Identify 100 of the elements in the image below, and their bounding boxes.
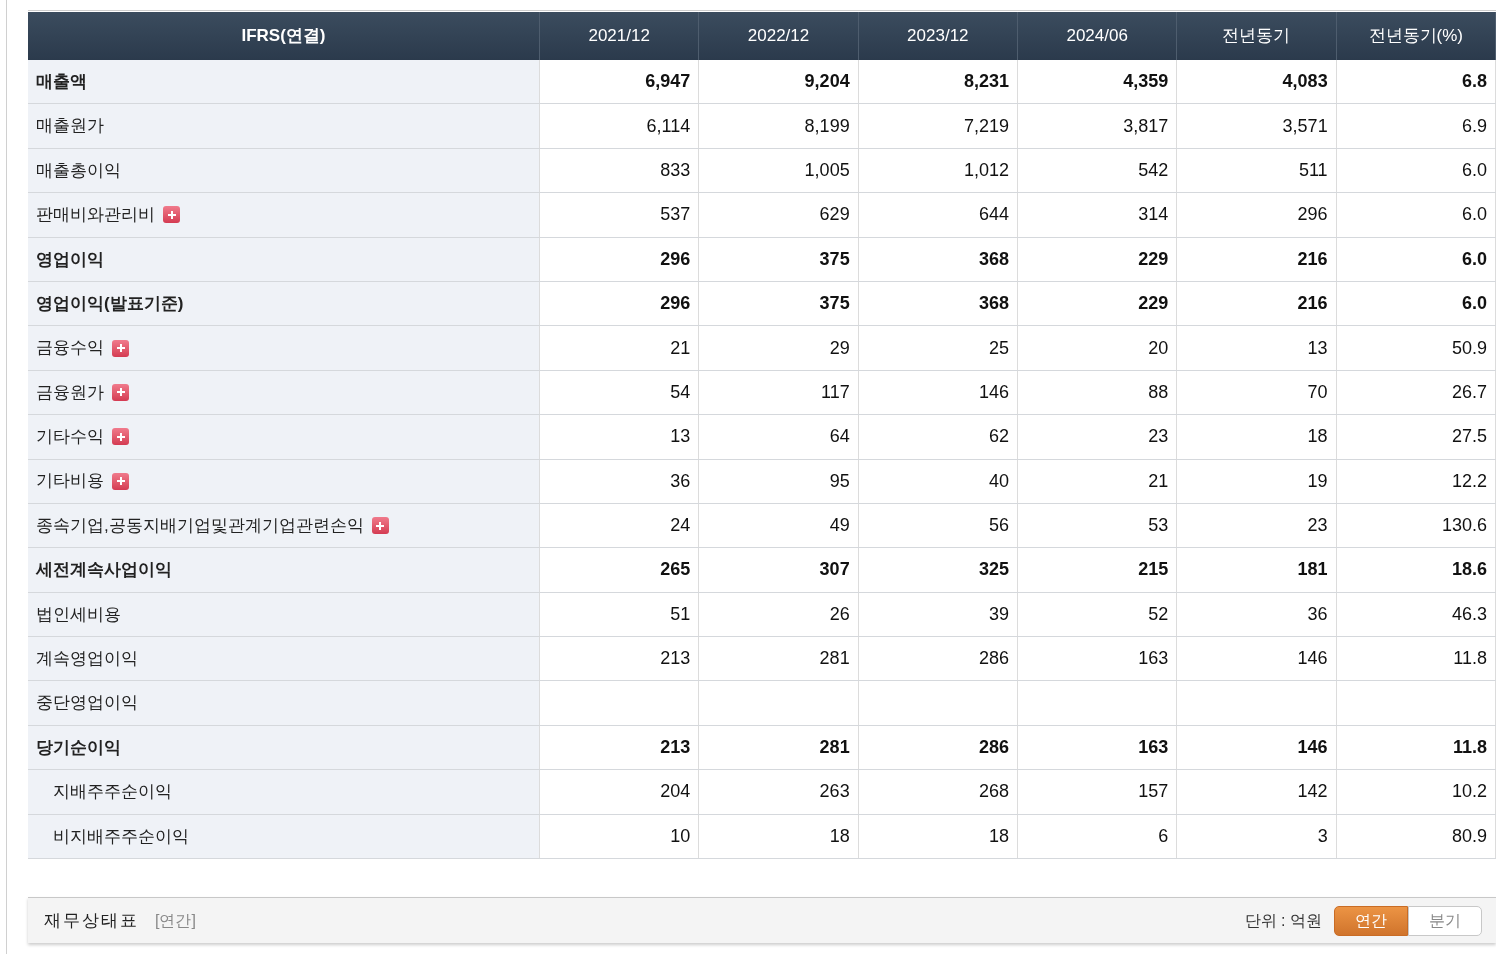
table-cell: 29 [699,326,859,370]
table-cell: 11.8 [1336,725,1496,770]
table-cell: 146 [1177,637,1337,681]
table-cell: 52 [1018,592,1178,637]
table-cell: 6 [1018,814,1178,859]
row-label: 기타수익 [36,426,104,449]
table-cell: 6.9 [1336,104,1496,148]
table-cell: 6,114 [540,104,700,148]
table-cell: 325 [858,548,1018,592]
table-cell: 18.6 [1336,548,1496,592]
expand-plus-icon[interactable] [112,383,129,401]
table-cell: 368 [858,281,1018,326]
unit-label: 단위 : 억원 [1244,910,1322,931]
table-cell: 146 [858,370,1018,415]
expand-plus-icon[interactable] [112,428,129,446]
table-cell: 146 [1177,725,1337,770]
row-label: 금융수익 [36,337,104,360]
table-cell: 18 [1177,415,1337,459]
row-label: 매출총이익 [36,159,121,182]
column-header: 전년동기(%) [1336,12,1496,60]
table-cell: 268 [858,770,1018,814]
table-cell: 142 [1177,770,1337,814]
column-header: 2021/12 [540,12,700,60]
row-label: 지배주주순이익 [53,781,172,804]
table-cell: 13 [540,415,700,459]
table-cell: 51 [540,592,700,637]
table-cell: 213 [540,725,700,770]
section-title: 재무상태표 [44,909,139,932]
table-cell: 10 [540,814,700,859]
table-cell: 46.3 [1336,592,1496,637]
row-label: 세전계속사업이익 [36,559,172,582]
expand-plus-icon[interactable] [371,517,389,535]
table-cell: 25 [858,326,1018,370]
table-cell: 39 [858,592,1018,637]
table-cell: 6.0 [1336,148,1496,193]
table-cell: 6.0 [1336,193,1496,237]
period-toggle[interactable]: 연간 [1334,905,1408,936]
table-cell: 8,231 [858,60,1018,104]
table-cell: 6.8 [1336,60,1496,104]
table-cell: 296 [540,281,700,326]
table-cell: 229 [1018,281,1178,326]
table-cell: 375 [699,281,859,326]
table-cell: 6.0 [1336,237,1496,281]
table-cell: 64 [699,415,859,459]
table-cell: 53 [1018,503,1178,548]
table-cell: 216 [1177,281,1337,326]
table-cell: 3,817 [1018,104,1178,148]
row-label: 비지배주주순이익 [53,825,189,848]
row-label: 중단영업이익 [36,692,138,715]
table-cell: 10.2 [1336,770,1496,814]
table-cell: 23 [1177,503,1337,548]
table-cell: 117 [699,370,859,415]
table-cell: 163 [1018,725,1178,770]
table-cell: 307 [699,548,859,592]
table-cell: 204 [540,770,700,814]
table-cell: 80.9 [1336,814,1496,859]
table-cell: 163 [1018,637,1178,681]
column-header: 2024/06 [1018,12,1178,60]
row-label: 법인세비용 [36,603,121,626]
table-cell: 36 [540,459,700,503]
table-cell: 3 [1177,814,1337,859]
table-cell: 216 [1177,237,1337,281]
table-cell: 8,199 [699,104,859,148]
column-header: 전년동기 [1177,12,1337,60]
table-cell: 26.7 [1336,370,1496,415]
row-label: 영업이익(발표기준) [36,292,184,315]
table-cell: 18 [858,814,1018,859]
table-cell: 20 [1018,326,1178,370]
period-toggle[interactable]: 분기 [1408,905,1482,936]
row-label: 판매비와관리비 [36,204,155,227]
row-label: 기타비용 [36,470,104,493]
table-cell: 537 [540,193,700,237]
table-cell: 229 [1018,237,1178,281]
expand-plus-icon[interactable] [163,206,180,224]
table-cell: 7,219 [858,104,1018,148]
period-label: [연간] [155,910,196,931]
table-cell: 296 [1177,193,1337,237]
row-label: 당기순이익 [36,736,121,759]
table-cell: 542 [1018,148,1178,193]
table-cell: 296 [540,237,700,281]
row-label: 영업이익 [36,248,104,271]
table-cell: 281 [699,637,859,681]
row-label: 금융원가 [36,381,104,404]
table-cell: 23 [1018,415,1178,459]
table-cell: 70 [1177,370,1337,415]
expand-plus-icon[interactable] [112,472,129,490]
table-cell: 3,571 [1177,104,1337,148]
table-cell: 130.6 [1336,503,1496,548]
table-cell: 88 [1018,370,1178,415]
table-cell: 21 [1018,459,1178,503]
table-cell: 95 [699,459,859,503]
table-cell: 9,204 [699,60,859,104]
table-cell: 11.8 [1336,637,1496,681]
table-cell: 18 [699,814,859,859]
row-label: 매출원가 [36,115,104,138]
table-cell: 62 [858,415,1018,459]
table-cell: 56 [858,503,1018,548]
table-cell: 833 [540,148,700,193]
column-header: 2022/12 [699,12,859,60]
expand-plus-icon[interactable] [112,339,129,357]
